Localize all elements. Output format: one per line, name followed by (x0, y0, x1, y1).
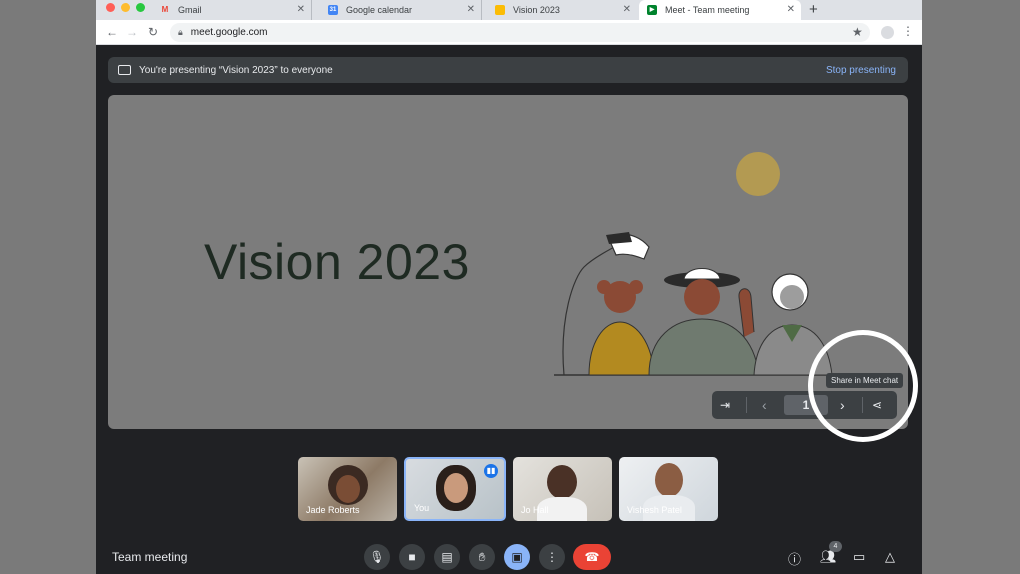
presented-slide: Vision 2023 ⇥ ‹ 1 › ⋖ (108, 95, 908, 429)
participant-strip: Jade Roberts ▮▮ You Jo Hall Vishesh Pate… (298, 457, 718, 521)
participant-tile[interactable]: Jo Hall (513, 457, 612, 521)
speaking-indicator-icon: ▮▮ (484, 464, 498, 478)
presenting-text: You're presenting “Vision 2023” to every… (139, 64, 333, 76)
minimize-window-button[interactable] (121, 3, 130, 12)
presenting-banner: You're presenting “Vision 2023” to every… (108, 57, 908, 83)
slide-title: Vision 2023 (204, 234, 470, 290)
tab-gmail[interactable]: M Gmail ✕ (152, 0, 312, 20)
more-options-button[interactable]: ⋮ (539, 544, 565, 570)
sun-shape (736, 152, 780, 196)
close-tab-icon[interactable]: ✕ (297, 4, 305, 15)
profile-avatar[interactable] (881, 26, 894, 39)
camera-button[interactable]: ■ (399, 544, 425, 570)
tab-label: Google calendar (346, 5, 413, 15)
tab-meet[interactable]: ▶ Meet - Team meeting ✕ (639, 0, 801, 20)
participant-tile[interactable]: Vishesh Patel (619, 457, 718, 521)
tab-vision-2023[interactable]: Vision 2023 ✕ (487, 0, 637, 20)
close-tab-icon[interactable]: ✕ (467, 4, 475, 15)
tab-google-calendar[interactable]: 31 Google calendar ✕ (320, 0, 482, 20)
tab-strip: M Gmail ✕ 31 Google calendar ✕ Vision 20… (96, 0, 922, 20)
previous-slide-icon[interactable]: ‹ (762, 397, 767, 413)
back-icon[interactable]: ← (106, 25, 118, 39)
camera-icon: ■ (408, 550, 416, 564)
browser-menu-icon[interactable]: ⋮ (902, 24, 914, 38)
meeting-title: Team meeting (112, 550, 188, 564)
share-in-meet-chat-tooltip: Share in Meet chat (826, 373, 904, 388)
participant-tile[interactable]: Jade Roberts (298, 457, 397, 521)
raise-hand-button[interactable]: ✋︎ (469, 544, 495, 570)
lock-icon: 🔒︎ (178, 27, 183, 37)
maximize-window-button[interactable] (136, 3, 145, 12)
close-window-button[interactable] (106, 3, 115, 12)
participant-name: Jade Roberts (306, 505, 360, 515)
microphone-button[interactable]: 🎙︎ (364, 544, 390, 570)
hang-up-icon: ☎︎ (584, 550, 600, 564)
tab-label: Vision 2023 (513, 5, 560, 15)
leave-call-button[interactable]: ☎︎ (573, 544, 611, 570)
bookmark-star-icon[interactable]: ★ (852, 25, 863, 39)
chat-icon[interactable]: ▭ (853, 549, 865, 565)
people-illustration (554, 152, 834, 376)
meet-icon: ▶ (647, 5, 657, 15)
captions-icon: ▤ (441, 550, 453, 564)
reload-icon[interactable]: ↻ (148, 25, 158, 39)
address-bar: ← → ↻ 🔒︎ meet.google.com ★ ⋮ (96, 20, 922, 45)
url-text: meet.google.com (190, 27, 268, 38)
captions-button[interactable]: ▤ (434, 544, 460, 570)
url-field[interactable]: 🔒︎ meet.google.com (170, 23, 870, 42)
participant-name: Vishesh Patel (627, 505, 682, 515)
new-tab-button[interactable]: + (809, 1, 818, 18)
tab-label: Gmail (178, 5, 202, 15)
activities-icon[interactable]: △ (885, 549, 895, 565)
close-tab-icon[interactable]: ✕ (623, 4, 631, 15)
forward-icon[interactable]: → (126, 25, 138, 39)
present-screen-icon (118, 65, 131, 75)
stop-presenting-button[interactable]: Stop presenting (826, 65, 896, 76)
more-options-icon: ⋮ (546, 550, 558, 564)
raise-hand-icon: ✋︎ (478, 549, 486, 564)
close-tab-icon[interactable]: ✕ (787, 4, 795, 15)
people-count-badge: 4 (829, 541, 842, 552)
microphone-icon: 🎙︎ (369, 550, 385, 564)
slides-icon (495, 5, 505, 15)
exit-presentation-icon[interactable]: ⇥ (720, 398, 730, 412)
calendar-icon: 31 (328, 5, 338, 15)
participant-name: You (414, 503, 430, 513)
gmail-icon: M (161, 5, 169, 14)
meet-browser-window: M Gmail ✕ 31 Google calendar ✕ Vision 20… (96, 0, 922, 574)
controls-divider (746, 397, 747, 413)
participant-tile[interactable]: ▮▮ You (404, 457, 506, 521)
participant-name: Jo Hall (521, 505, 549, 515)
meeting-details-icon[interactable]: ⓘ (788, 549, 801, 568)
present-button[interactable]: ▣ (504, 544, 530, 570)
tab-label: Meet - Team meeting (665, 5, 750, 15)
present-screen-icon: ▣ (511, 550, 523, 564)
window-controls (106, 3, 145, 12)
